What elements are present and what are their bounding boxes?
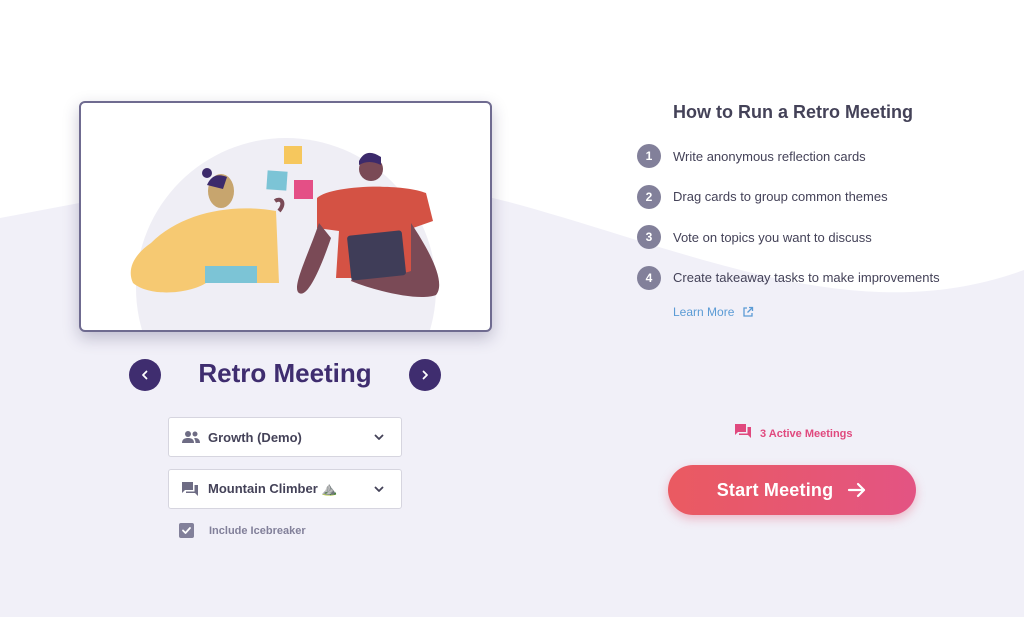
template-select-value: Mountain Climber ⛰️ <box>208 481 338 496</box>
icebreaker-option: Include Icebreaker <box>179 523 306 538</box>
arrow-right-icon <box>847 481 867 499</box>
learn-more-link[interactable]: Learn More <box>673 305 754 319</box>
howto-step: 4 Create takeaway tasks to make improvem… <box>637 265 940 290</box>
chevron-down-icon <box>373 481 389 497</box>
chevron-left-icon <box>142 370 148 380</box>
external-link-icon <box>742 306 754 318</box>
howto-step: 1 Write anonymous reflection cards <box>637 144 940 168</box>
icebreaker-label: Include Icebreaker <box>209 524 306 537</box>
group-icon <box>181 427 201 447</box>
next-meeting-button[interactable] <box>409 359 441 391</box>
step-text: Create takeaway tasks to make improvemen… <box>673 270 940 285</box>
meeting-type-title: Retro Meeting <box>198 358 372 388</box>
checkmark-icon <box>182 527 191 534</box>
step-text: Write anonymous reflection cards <box>673 148 866 164</box>
active-meetings-count: 3 Active Meetings <box>760 427 853 440</box>
step-text: Drag cards to group common themes <box>673 189 888 204</box>
start-meeting-button[interactable]: Start Meeting <box>668 465 916 515</box>
chat-icon <box>181 479 201 499</box>
step-number-badge: 3 <box>637 225 661 249</box>
meeting-illustration-card <box>79 101 492 332</box>
step-number-badge: 2 <box>637 184 661 209</box>
icebreaker-checkbox[interactable] <box>179 523 194 538</box>
active-meetings-link[interactable]: 3 Active Meetings <box>734 423 853 444</box>
howto-step: 3 Vote on topics you want to discuss <box>637 225 940 249</box>
howto-step: 2 Drag cards to group common themes <box>637 184 940 209</box>
chat-icon <box>734 423 752 444</box>
step-text: Vote on topics you want to discuss <box>673 229 872 245</box>
team-select[interactable]: Growth (Demo) <box>168 417 402 457</box>
team-select-value: Growth (Demo) <box>208 429 302 445</box>
howto-title: How to Run a Retro Meeting <box>673 102 913 122</box>
start-meeting-label: Start Meeting <box>716 479 834 500</box>
step-number-badge: 4 <box>637 265 661 290</box>
prev-meeting-button[interactable] <box>129 359 161 391</box>
learn-more-label: Learn More <box>673 305 735 319</box>
template-select[interactable]: Mountain Climber ⛰️ <box>168 469 402 509</box>
step-number-badge: 1 <box>637 144 661 168</box>
retro-meeting-illustration <box>130 138 440 330</box>
chevron-down-icon <box>373 429 389 445</box>
howto-steps-list: 1 Write anonymous reflection cards 2 Dra… <box>637 144 940 306</box>
chevron-right-icon <box>422 370 428 380</box>
